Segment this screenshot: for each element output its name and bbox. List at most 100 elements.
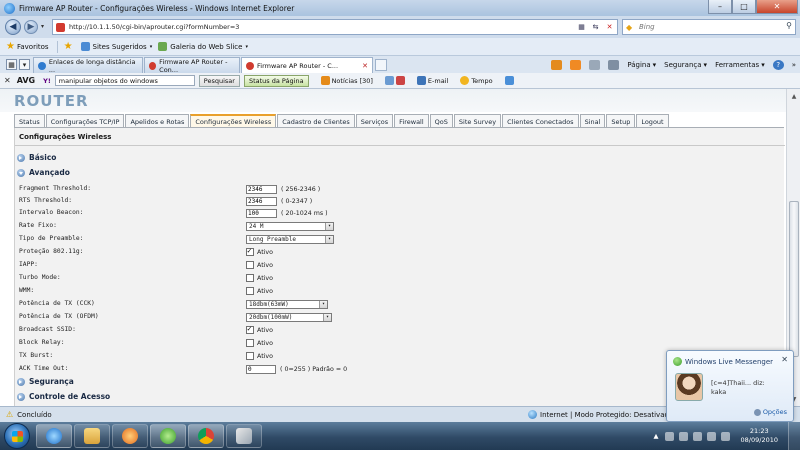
menu-pagina[interactable]: Página ▾ <box>627 61 656 69</box>
favorite-link-suggested-sites[interactable]: Sites Sugeridos ▾ <box>80 42 152 51</box>
tab-tcp-ip[interactable]: Configurações TCP/IP <box>45 114 125 128</box>
iapp-checkbox[interactable] <box>246 261 254 269</box>
taskbar-chrome[interactable] <box>188 424 224 448</box>
home-icon[interactable] <box>551 59 563 70</box>
tx-ofdm-select[interactable]: 20dbm(100mW) ▾ <box>246 312 332 322</box>
toolbar-gadgets[interactable] <box>384 76 405 85</box>
beacon-interval-input[interactable] <box>246 208 277 218</box>
email-button[interactable]: E-mail <box>416 76 448 85</box>
quick-tabs-button[interactable]: ▦ <box>6 59 17 70</box>
close-tab-icon[interactable]: ✕ <box>362 62 368 70</box>
close-notification-icon[interactable]: ✕ <box>781 355 788 364</box>
address-input[interactable]: http://10.1.1.50/cgi-bin/aprouter.cgi?fo… <box>52 19 618 35</box>
notification-options-link[interactable]: Opções <box>753 408 787 416</box>
tab-firewall[interactable]: Firewall <box>394 114 429 128</box>
recent-pages-dropdown[interactable]: ▾ <box>41 23 44 30</box>
security-zone[interactable]: Internet | Modo Protegido: Desativado <box>528 410 673 419</box>
scroll-up-icon[interactable]: ▲ <box>789 91 799 101</box>
tab-apelidos-rotas[interactable]: Apelidos e Rotas <box>125 114 190 128</box>
tray-icon-network[interactable] <box>706 431 716 441</box>
maximize-button[interactable]: □ <box>732 0 756 14</box>
news-button[interactable]: Notícias [30] <box>320 76 373 85</box>
forward-button[interactable]: ▶ <box>24 20 38 34</box>
scroll-thumb[interactable] <box>789 201 799 357</box>
tab-servicos[interactable]: Serviços <box>355 114 394 128</box>
menu-ferramentas[interactable]: Ferramentas ▾ <box>715 61 765 69</box>
tab-cadastro-clientes[interactable]: Cadastro de Clientes <box>277 114 355 128</box>
help-icon[interactable]: ? <box>772 59 784 70</box>
section-avancado[interactable]: Avançado <box>17 168 70 177</box>
search-icon[interactable]: ⚲ <box>786 21 792 30</box>
field-label: IAPP: <box>19 261 38 268</box>
favorites-button[interactable]: ★ Favoritos <box>6 41 49 52</box>
browser-tab-firmware-2[interactable]: Firmware AP Router - C... ✕ <box>241 57 373 73</box>
tx-burst-checkbox[interactable] <box>246 352 254 360</box>
tab-clientes-conectados[interactable]: Clientes Conectados <box>502 114 579 128</box>
favorite-link-web-slice-gallery[interactable]: Galeria do Web Slice ▾ <box>158 42 248 51</box>
tab-wireless[interactable]: Configurações Wireless <box>190 114 277 128</box>
show-desktop-button[interactable] <box>788 422 800 450</box>
broadcast-ssid-checkbox[interactable] <box>246 324 254 334</box>
messenger-notification[interactable]: Windows Live Messenger ✕ [c=4]Thaii... d… <box>666 350 794 422</box>
taskbar-explorer[interactable] <box>74 424 110 448</box>
menu-seguranca[interactable]: Segurança ▾ <box>664 61 707 69</box>
rate-select[interactable]: 24 M ▾ <box>246 221 334 231</box>
avg-logo[interactable]: AVG <box>17 76 35 85</box>
section-seguranca[interactable]: Segurança <box>17 377 74 386</box>
feeds-icon[interactable] <box>570 59 582 70</box>
taskbar-internet-explorer[interactable] <box>36 424 72 448</box>
print-icon[interactable] <box>608 59 620 70</box>
stop-icon[interactable]: ✕ <box>604 22 615 32</box>
section-controle-acesso[interactable]: Controle de Acesso <box>17 392 110 401</box>
notification-title: Windows Live Messenger <box>685 357 774 366</box>
browser-tab-enlaces[interactable]: Enlaces de longa distância ... <box>33 57 143 74</box>
field-tx-cck: Potência de TX (CCK) 18dbm(63mW) ▾ <box>15 298 785 310</box>
refresh-icon[interactable]: ⇆ <box>590 22 601 32</box>
compatibility-view-icon[interactable]: ▦ <box>576 22 587 32</box>
tray-icon-volume[interactable] <box>720 431 730 441</box>
tab-sinal[interactable]: Sinal <box>579 114 606 128</box>
tray-icon-messenger[interactable] <box>678 431 688 441</box>
tray-icon-avg[interactable] <box>664 431 674 441</box>
taskbar-paint[interactable] <box>226 424 262 448</box>
avg-search-input[interactable]: manipular objetos do windows <box>54 75 195 86</box>
read-mail-icon[interactable] <box>589 59 601 70</box>
tray-expand-icon[interactable]: ▲ <box>654 432 659 440</box>
new-tab-button[interactable] <box>375 59 387 71</box>
rts-threshold-input[interactable] <box>246 196 277 206</box>
preamble-select[interactable]: Long Preamble ▾ <box>246 234 334 244</box>
tx-cck-select[interactable]: 18dbm(63mW) ▾ <box>246 299 328 309</box>
section-basico[interactable]: Básico <box>17 153 56 162</box>
taskbar-messenger[interactable] <box>150 424 186 448</box>
fragment-threshold-input[interactable] <box>246 184 277 194</box>
tab-site-survey[interactable]: Site Survey <box>453 114 502 128</box>
browser-tab-firmware-1[interactable]: Firmware AP Router - Con... <box>144 57 240 74</box>
wmm-checkbox[interactable] <box>246 287 254 295</box>
taskbar-media-player[interactable] <box>112 424 148 448</box>
weather-button[interactable]: Tempo <box>460 76 493 85</box>
tray-icon-flag[interactable] <box>692 431 702 441</box>
block-relay-checkbox[interactable] <box>246 339 254 347</box>
tab-setup[interactable]: Setup <box>606 114 636 128</box>
start-button[interactable] <box>4 423 30 449</box>
toolbar-extra[interactable] <box>504 76 514 85</box>
close-toolbar-icon[interactable]: ✕ <box>4 76 11 85</box>
tab-status[interactable]: Status <box>14 114 45 128</box>
tab-list-button[interactable]: ▾ <box>19 59 30 70</box>
add-favorite-button[interactable]: ★ <box>64 41 75 52</box>
ack-timeout-input[interactable] <box>246 364 276 374</box>
back-button[interactable]: ◀ <box>5 19 21 35</box>
tab-logout[interactable]: Logout <box>636 114 669 128</box>
avg-search-button[interactable]: Pesquisar <box>198 74 240 87</box>
minimize-button[interactable]: – <box>708 0 732 14</box>
protecao-checkbox[interactable] <box>246 246 254 256</box>
close-window-button[interactable]: ✕ <box>756 0 798 14</box>
tab-qos[interactable]: QoS <box>429 114 453 128</box>
section-label: Controle de Acesso <box>29 392 111 401</box>
favorites-star-icon: ★ <box>6 41 15 52</box>
search-input[interactable]: ◆ Bing ⚲ <box>622 19 796 35</box>
turbo-checkbox[interactable] <box>246 274 254 282</box>
system-clock[interactable]: 21:23 08/09/2010 <box>741 427 778 445</box>
page-status-button[interactable]: Status da Página <box>243 74 309 87</box>
toolbar-overflow-icon[interactable]: » <box>792 61 796 69</box>
